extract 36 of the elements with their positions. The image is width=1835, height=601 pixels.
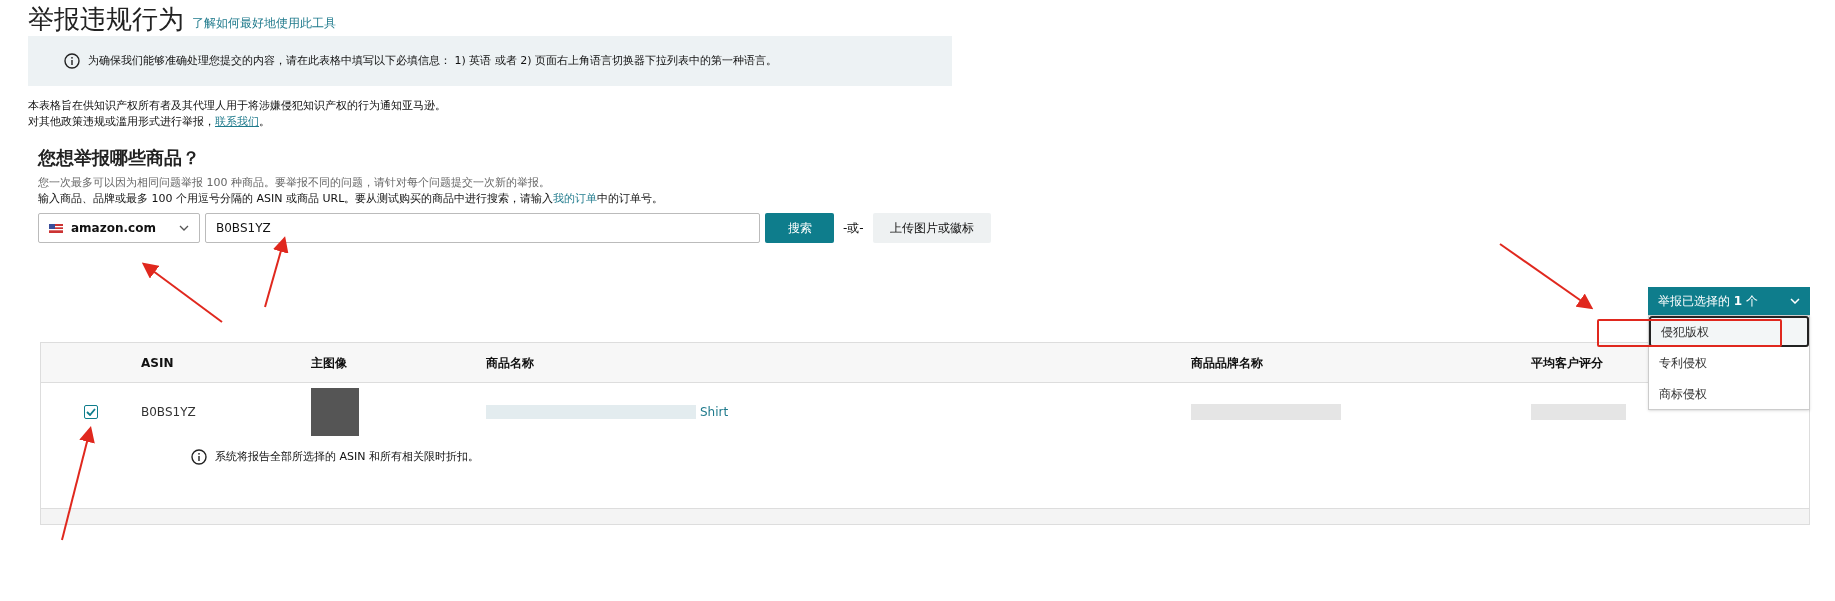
- search-button[interactable]: 搜索: [765, 213, 834, 243]
- intro-text: 。: [259, 114, 270, 130]
- or-text: -或-: [843, 220, 864, 237]
- row-checkbox[interactable]: [84, 405, 98, 419]
- photo-placeholder: [311, 388, 359, 436]
- annotation-arrow: [264, 236, 289, 308]
- help-link[interactable]: 了解如何最好地使用此工具: [192, 14, 336, 32]
- column-header: ASIN: [141, 354, 175, 372]
- hint-text: 中的订单号。: [597, 191, 664, 207]
- hint-text: 输入商品、品牌或最多 100 个用逗号分隔的 ASIN 或商品 URL。要从测试购买的商品中进行搜索，请输入: [38, 191, 554, 207]
- search-field[interactable]: B0BS1YZ: [205, 213, 760, 243]
- intro-text: 对其他政策违规或滥用形式进行举报，: [28, 114, 215, 130]
- hint-text: 您一次最多可以因为相同问题举报 100 种商品。要举报不同的问题，请针对每个问题提交一次新的举报。: [38, 175, 551, 191]
- column-header: 主图像: [311, 354, 348, 372]
- column-header: 商品品牌名称: [1191, 354, 1264, 372]
- report-dropdown-button[interactable]: 举报已选择的 1 个: [1648, 287, 1810, 315]
- upload-button[interactable]: 上传图片或徽标: [872, 213, 991, 243]
- menu-item[interactable]: 商标侵权: [1649, 378, 1809, 409]
- info-icon: [64, 53, 80, 69]
- orders-link[interactable]: 我的订单: [553, 191, 598, 207]
- contact-link[interactable]: 联系我们: [215, 114, 259, 130]
- section-heading: 您想举报哪些商品？: [38, 146, 201, 170]
- column-header: 商品名称: [486, 354, 535, 372]
- flag-icon: [49, 223, 63, 233]
- product-link[interactable]: Shirt: [700, 403, 729, 421]
- notice-text: 为确保我们能够准确处理您提交的内容，请在此表格中填写以下必填信息： 1) 英语 或者 2) 页面右上角语言切换器下拉列表中的第一种语言。: [88, 52, 778, 69]
- info-icon: [191, 449, 207, 466]
- page-title: 举报违规行为: [28, 4, 184, 34]
- column-header: 平均客户评分: [1531, 354, 1604, 372]
- marketplace-dropdown[interactable]: amazon.com: [38, 213, 200, 243]
- menu-item[interactable]: 专利侵权: [1649, 347, 1809, 378]
- chevron-down-icon: [179, 225, 189, 231]
- asin-cell-text: B0BS1YZ: [141, 404, 197, 421]
- intro-text: 本表格旨在供知识产权所有者及其代理人用于将涉嫌侵犯知识产权的行为通知亚马逊。: [28, 98, 447, 114]
- note-text: 系统将报告全部所选择的 ASIN 和所有相关限时折扣。: [215, 449, 479, 465]
- chevron-down-icon: [1790, 298, 1800, 304]
